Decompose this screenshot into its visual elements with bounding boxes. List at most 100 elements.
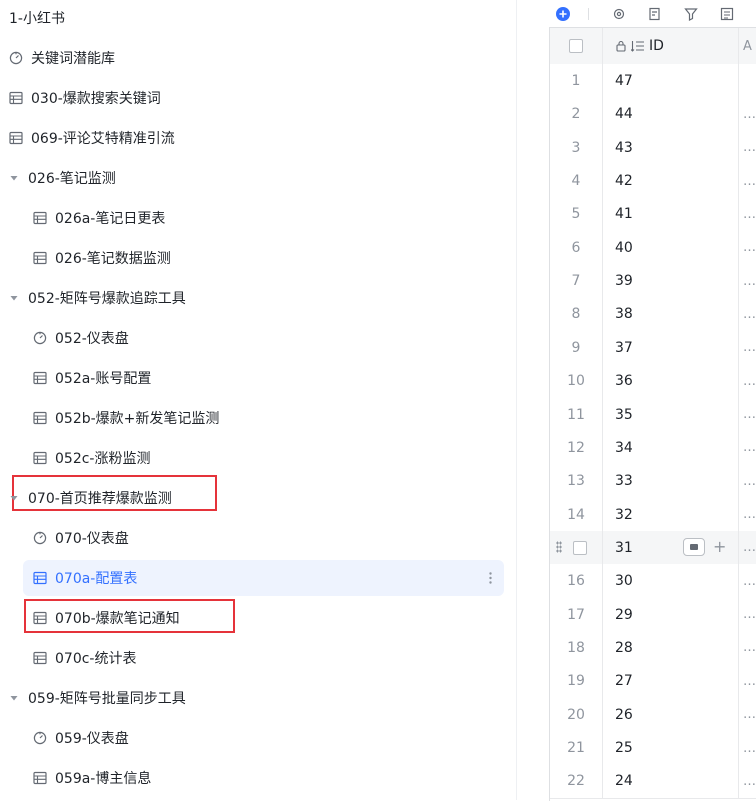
id-cell[interactable]: 26 xyxy=(602,697,739,732)
next-column-cell[interactable]: … xyxy=(740,364,756,398)
next-column-cell[interactable]: … xyxy=(740,398,756,432)
next-column-cell[interactable]: … xyxy=(740,431,756,465)
next-column-cell[interactable]: … xyxy=(740,464,756,498)
tree-item[interactable]: 052a-账号配置 xyxy=(0,360,516,396)
tree-item[interactable]: 052-仪表盘 xyxy=(0,320,516,356)
table-row[interactable]: 11 35… xyxy=(550,397,756,433)
tree-root-title[interactable]: 1-小红书 xyxy=(0,0,516,36)
next-column-cell[interactable]: … xyxy=(740,764,756,798)
table-row[interactable]: 5 41… xyxy=(550,197,756,233)
insert-row-button[interactable]: + xyxy=(713,537,726,556)
next-column-cell[interactable]: … xyxy=(740,598,756,632)
tree-item[interactable]: 070b-爆款笔记通知 xyxy=(0,600,516,636)
next-column-cell[interactable]: … xyxy=(740,97,756,131)
id-cell[interactable]: 28 xyxy=(602,630,739,665)
tree-item[interactable]: 052b-爆款+新发笔记监测 xyxy=(0,400,516,436)
caret-down-icon[interactable] xyxy=(9,694,19,702)
table-row[interactable]: 6 40… xyxy=(550,230,756,266)
table-row[interactable]: 19 27… xyxy=(550,664,756,700)
tree-item[interactable]: 070a-配置表 xyxy=(0,560,516,596)
id-cell[interactable]: 41 xyxy=(602,197,739,232)
table-row[interactable]: 14 32… xyxy=(550,497,756,533)
next-column-cell[interactable]: … xyxy=(740,164,756,198)
id-cell[interactable]: 24 xyxy=(602,764,739,799)
table-row[interactable]: 10 36… xyxy=(550,364,756,400)
next-column-cell[interactable]: … xyxy=(740,698,756,732)
add-circle-icon[interactable] xyxy=(555,6,571,22)
id-cell[interactable]: 39 xyxy=(602,264,739,299)
id-cell[interactable]: 44 xyxy=(602,97,739,132)
row-checkbox[interactable] xyxy=(573,540,587,555)
table-row[interactable]: 4 42… xyxy=(550,164,756,200)
tree-folder[interactable]: 059-矩阵号批量同步工具 xyxy=(0,680,516,716)
id-cell[interactable]: 35 xyxy=(602,397,739,432)
id-cell[interactable]: 27 xyxy=(602,664,739,699)
tree-item[interactable]: 070-仪表盘 xyxy=(0,520,516,556)
id-cell[interactable]: 40 xyxy=(602,230,739,265)
header-next-cell[interactable]: A xyxy=(740,28,756,64)
tree-folder[interactable]: 070-首页推荐爆款监测 xyxy=(0,480,516,516)
tree-item[interactable]: 059a-博主信息 xyxy=(0,760,516,796)
form-icon[interactable] xyxy=(647,6,663,22)
table-row[interactable]: 20 26… xyxy=(550,697,756,733)
table-row[interactable]: 21 25… xyxy=(550,731,756,766)
header-id-cell[interactable]: ID xyxy=(602,28,739,64)
list-icon[interactable] xyxy=(719,6,735,22)
drag-handle-icon[interactable] xyxy=(556,540,562,553)
id-cell[interactable]: 43 xyxy=(602,130,739,165)
filter-icon[interactable] xyxy=(683,6,699,22)
tree-folder[interactable]: 052-矩阵号爆款追踪工具 xyxy=(0,280,516,316)
next-column-cell[interactable]: … xyxy=(740,564,756,598)
id-cell[interactable]: 29 xyxy=(602,597,739,632)
caret-down-icon[interactable] xyxy=(9,494,19,502)
tree-item[interactable]: 069-评论艾特精准引流 xyxy=(0,120,516,156)
next-column-cell[interactable]: … xyxy=(740,197,756,231)
tree-item[interactable]: 059-仪表盘 xyxy=(0,720,516,756)
next-column-cell[interactable]: … xyxy=(740,731,756,765)
table-row[interactable]: 3 43… xyxy=(550,130,756,166)
next-column-cell[interactable]: … xyxy=(740,498,756,532)
tree-item[interactable]: 关键词潜能库 xyxy=(0,40,516,76)
id-cell[interactable]: 25 xyxy=(602,731,739,765)
table-row[interactable]: 7 39… xyxy=(550,264,756,300)
next-column-cell[interactable]: … xyxy=(740,264,756,298)
table-row[interactable]: 2 44… xyxy=(550,97,756,133)
next-column-cell[interactable]: … xyxy=(740,531,756,565)
id-cell[interactable]: 42 xyxy=(602,164,739,199)
tree-item[interactable]: 030-爆款搜索关键词 xyxy=(0,80,516,116)
more-options-icon[interactable] xyxy=(480,568,500,588)
next-column-cell[interactable] xyxy=(740,64,756,98)
next-column-cell[interactable]: … xyxy=(740,297,756,331)
id-cell[interactable]: 47 xyxy=(602,64,739,98)
table-row[interactable]: 16 30… xyxy=(550,564,756,600)
table-row[interactable]: 12 34… xyxy=(550,430,756,466)
table-row[interactable]: 13 33… xyxy=(550,464,756,500)
table-row[interactable]: 17 29… xyxy=(550,597,756,633)
table-row[interactable]: 8 38… xyxy=(550,297,756,333)
tree-item[interactable]: 052c-涨粉监测 xyxy=(0,440,516,476)
caret-down-icon[interactable] xyxy=(9,174,19,182)
next-column-cell[interactable]: … xyxy=(740,664,756,698)
table-row[interactable]: 9 37… xyxy=(550,330,756,366)
id-cell[interactable]: 32 xyxy=(602,497,739,532)
row-index-cell[interactable] xyxy=(550,531,602,565)
select-all-checkbox[interactable] xyxy=(569,39,583,53)
id-cell[interactable]: 30 xyxy=(602,564,739,599)
id-cell[interactable]: 34 xyxy=(602,430,739,465)
caret-down-icon[interactable] xyxy=(9,294,19,302)
id-cell[interactable]: 36 xyxy=(602,364,739,399)
tree-item[interactable]: 026-笔记数据监测 xyxy=(0,240,516,276)
id-cell[interactable]: 38 xyxy=(602,297,739,332)
settings-icon[interactable] xyxy=(611,6,627,22)
tree-folder[interactable]: 026-笔记监测 xyxy=(0,160,516,196)
tree-item[interactable]: 070c-统计表 xyxy=(0,640,516,676)
next-column-cell[interactable]: … xyxy=(740,231,756,265)
id-cell[interactable]: 33 xyxy=(602,464,739,499)
id-cell[interactable]: 31 + xyxy=(602,530,739,565)
next-column-cell[interactable]: … xyxy=(740,331,756,365)
table-row[interactable]: 18 28… xyxy=(550,630,756,666)
next-column-cell[interactable]: … xyxy=(740,631,756,665)
id-cell[interactable]: 37 xyxy=(602,330,739,365)
expand-record-button[interactable] xyxy=(683,537,705,556)
tree-item[interactable]: 026a-笔记日更表 xyxy=(0,200,516,236)
